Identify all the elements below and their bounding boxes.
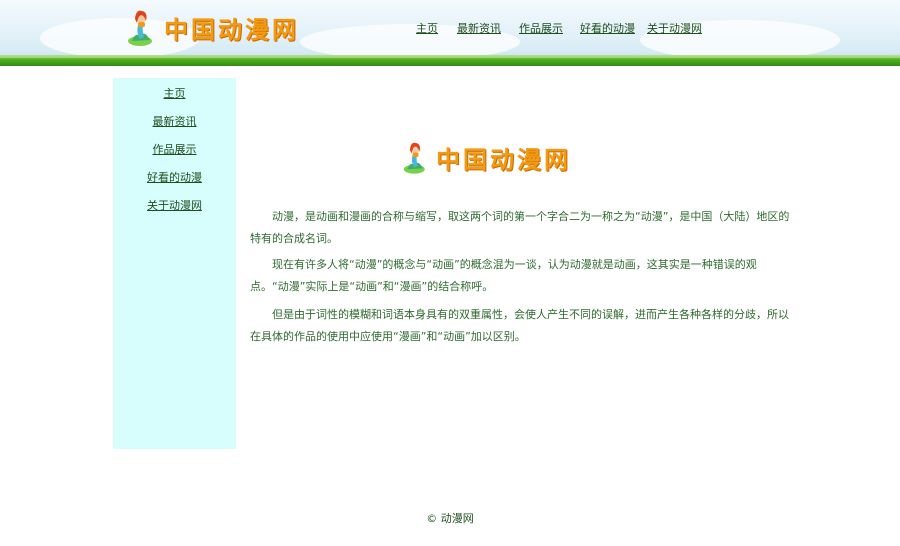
- sidebar-item-about[interactable]: 关于动漫网: [113, 197, 236, 213]
- topnav-item-recommended[interactable]: 好看的动漫: [580, 20, 635, 36]
- topnav-item-about[interactable]: 关于动漫网: [647, 20, 702, 36]
- content-logo-text: 中国动漫网: [436, 145, 571, 174]
- footer-copyright: © 动漫网: [426, 512, 474, 525]
- header-bar-highlight: [0, 55, 900, 58]
- topnav-item-home[interactable]: 主页: [416, 20, 438, 36]
- content-logo: 中国动漫网: [402, 138, 571, 176]
- sidebar-item-recommended[interactable]: 好看的动漫: [113, 169, 236, 185]
- topnav-item-works[interactable]: 作品展示: [519, 20, 563, 36]
- content-paragraph: 动漫，是动画和漫画的合称与缩写，取这两个词的第一个字合二为一称之为“动漫”，是中…: [250, 210, 790, 245]
- content-paragraph: 现在有许多人将“动漫”的概念与“动画”的概念混为一谈，认为动漫就是动画，这其实是…: [250, 258, 757, 293]
- site-header: 中国动漫网 主页 最新资讯 作品展示 好看的动漫 关于动漫网: [0, 0, 900, 66]
- sidebar-item-home[interactable]: 主页: [113, 85, 236, 101]
- top-navigation: 主页 最新资讯 作品展示 好看的动漫 关于动漫网: [0, 20, 900, 36]
- sidebar-item-news[interactable]: 最新资讯: [113, 113, 236, 129]
- content-paragraph: 但是由于词性的模糊和词语本身具有的双重属性，会使人产生不同的误解，进而产生各种各…: [250, 308, 789, 343]
- sidebar-item-works[interactable]: 作品展示: [113, 141, 236, 157]
- mermaid-mascot-icon: [403, 142, 425, 174]
- sidebar: 主页 最新资讯 作品展示 好看的动漫 关于动漫网: [113, 78, 236, 449]
- topnav-item-news[interactable]: 最新资讯: [457, 20, 501, 36]
- main-content: 动漫，是动画和漫画的合称与缩写，取这两个词的第一个字合二为一称之为“动漫”，是中…: [250, 206, 790, 354]
